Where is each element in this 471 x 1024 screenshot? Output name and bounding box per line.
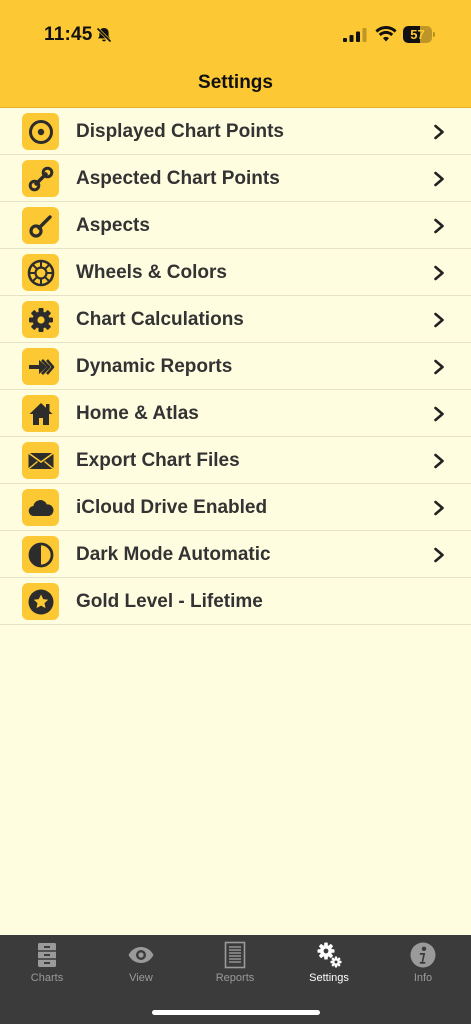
chevron-right-icon xyxy=(434,218,444,234)
document-icon xyxy=(224,941,246,969)
settings-row-aspected-chart-points[interactable]: Aspected Chart Points xyxy=(0,155,471,202)
settings-row-home-atlas[interactable]: Home & Atlas xyxy=(0,390,471,437)
settings-row-chart-calculations[interactable]: Chart Calculations xyxy=(0,296,471,343)
settings-screen: 11:45 57 Settings Displayed Chart Points… xyxy=(0,0,471,1024)
envelope-icon xyxy=(22,442,59,479)
wheel-icon xyxy=(22,254,59,291)
wifi-icon xyxy=(375,26,397,42)
star-badge-icon xyxy=(22,583,59,620)
settings-row-label: Chart Calculations xyxy=(76,309,244,330)
settings-row-label: Export Chart Files xyxy=(76,450,240,471)
chevron-right-icon xyxy=(434,453,444,469)
chevron-right-icon xyxy=(434,171,444,187)
target-circle-icon xyxy=(22,113,59,150)
settings-row-label: Wheels & Colors xyxy=(76,262,227,283)
home-indicator[interactable] xyxy=(152,1010,320,1015)
fast-forward-arrow-icon xyxy=(22,348,59,385)
linked-points-icon xyxy=(22,160,59,197)
file-cabinet-icon xyxy=(38,943,56,967)
aspect-line-icon xyxy=(22,207,59,244)
header-bar: 11:45 57 Settings xyxy=(0,0,471,108)
chevron-right-icon xyxy=(434,312,444,328)
chevron-right-icon xyxy=(434,406,444,422)
settings-row-aspects[interactable]: Aspects xyxy=(0,202,471,249)
tab-label: Info xyxy=(413,972,433,984)
bell-slash-icon xyxy=(96,27,112,43)
chevron-right-icon xyxy=(434,265,444,281)
half-circle-icon xyxy=(22,536,59,573)
battery-nub xyxy=(433,32,435,37)
settings-row-label: Home & Atlas xyxy=(76,403,199,424)
chevron-right-icon xyxy=(434,547,444,563)
settings-row-export-chart-files[interactable]: Export Chart Files xyxy=(0,437,471,484)
settings-row-dark-mode[interactable]: Dark Mode Automatic xyxy=(0,531,471,578)
battery-icon: 57 xyxy=(403,26,435,43)
tab-charts[interactable]: Charts xyxy=(0,935,94,991)
settings-row-label: iCloud Drive Enabled xyxy=(76,497,268,518)
settings-row-gold-level[interactable]: Gold Level - Lifetime xyxy=(0,578,471,625)
settings-row-icloud-drive[interactable]: iCloud Drive Enabled xyxy=(0,484,471,531)
settings-row-label: Displayed Chart Points xyxy=(76,121,284,142)
settings-row-label: Aspects xyxy=(76,215,150,236)
tab-info[interactable]: Info xyxy=(376,935,470,991)
battery-level-label: 57 xyxy=(410,27,425,42)
tab-label: Reports xyxy=(215,972,255,984)
tab-reports[interactable]: Reports xyxy=(188,935,282,991)
settings-row-label: Gold Level - Lifetime xyxy=(76,591,263,612)
chevron-right-icon xyxy=(434,500,444,516)
chevron-right-icon xyxy=(434,124,444,140)
tab-label: Charts xyxy=(30,972,64,984)
gears-icon xyxy=(317,942,342,968)
settings-row-dynamic-reports[interactable]: Dynamic Reports xyxy=(0,343,471,390)
settings-list: Displayed Chart Points Aspected Chart Po… xyxy=(0,108,471,625)
tab-label: View xyxy=(129,972,153,984)
chevron-right-icon xyxy=(434,359,444,375)
settings-row-displayed-chart-points[interactable]: Displayed Chart Points xyxy=(0,108,471,155)
cloud-icon xyxy=(22,489,59,526)
cellular-signal-icon xyxy=(343,28,367,42)
tab-view[interactable]: View xyxy=(94,935,188,991)
settings-row-wheels-colors[interactable]: Wheels & Colors xyxy=(0,249,471,296)
settings-row-label: Dynamic Reports xyxy=(76,356,233,377)
settings-row-label: Dark Mode Automatic xyxy=(76,544,271,565)
gear-icon xyxy=(22,301,59,338)
page-title: Settings xyxy=(198,72,273,93)
tab-label: Settings xyxy=(309,972,349,984)
settings-row-label: Aspected Chart Points xyxy=(76,168,280,189)
tab-settings[interactable]: Settings xyxy=(282,935,376,991)
eye-icon xyxy=(128,947,154,963)
house-icon xyxy=(22,395,59,432)
status-time: 11:45 xyxy=(44,24,93,45)
info-icon xyxy=(410,942,436,968)
